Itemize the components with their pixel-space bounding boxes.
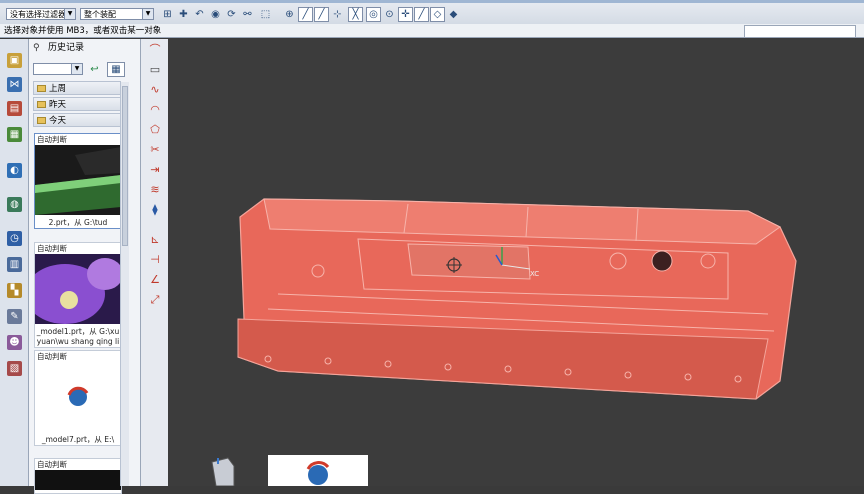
constraint-icon[interactable]: ⊾ (147, 233, 163, 247)
folder-icon (37, 85, 46, 92)
rectangle-icon[interactable]: ▭ (147, 63, 163, 77)
existing-point-icon[interactable]: ✛ (398, 7, 413, 22)
card-caption: 自动判断 (37, 244, 67, 253)
graphics-window[interactable]: XC (168, 39, 864, 486)
trim-icon[interactable]: ✂ (147, 143, 163, 157)
hd3d-tools-icon[interactable]: ◐ (7, 163, 22, 178)
quadrant-icon[interactable]: ⊙ (382, 7, 397, 22)
folder-icon (37, 117, 46, 124)
palette-icon[interactable]: ▚ (7, 283, 22, 298)
ribbon-top-strip (0, 0, 864, 3)
back-arrow-icon[interactable]: ↩ (87, 62, 102, 77)
snap-point-icon[interactable]: ⊕ (282, 7, 297, 22)
history-title: 历史记录 (48, 43, 85, 53)
card-caption: 自动判断 (37, 352, 67, 361)
system-scenes-icon[interactable]: ▧ (7, 361, 22, 376)
thumbnail-image (35, 470, 121, 490)
dimension-icon[interactable]: ⊣ (147, 253, 163, 267)
cue-line-text: 选择对象并使用 MB3，或者双击某一对象 (4, 26, 162, 36)
studio-spline-icon[interactable]: ∿ (147, 83, 163, 97)
main-toolbar: 没有选择过滤器 ▼ 整个装配 ▼ ⊞ ✚ ↶ ◉ ⟳ ⚯ ⬚ ⊕ ╱ ╱ ⊹ ╳… (0, 0, 864, 25)
view-icon[interactable]: ◉ (208, 7, 223, 22)
endpoint-icon[interactable]: ╱ (298, 7, 313, 22)
card-filename: _model1.prt，从 G:\xu (36, 327, 120, 336)
card-caption: 自动判断 (37, 460, 67, 469)
rectangle-select-icon[interactable]: ⬚ (258, 7, 273, 22)
resource-bar: ▣ ⋈ ▤ ▦ ◐ ◍ ◷ ▥ ▚ ✎ ☻ ▧ (0, 39, 29, 486)
arc-center-icon[interactable]: ◎ (366, 7, 381, 22)
auto-constrain-icon[interactable]: ⤢ (147, 293, 163, 307)
group-today[interactable]: 今天 (33, 113, 121, 127)
midpoint-icon[interactable]: ╱ (314, 7, 329, 22)
selection-filter-value: 没有选择过滤器 (10, 10, 66, 19)
part-navigator-icon[interactable]: ▤ (7, 101, 22, 116)
chamfer-icon[interactable]: ⬠ (147, 123, 163, 137)
part-model[interactable]: XC (168, 39, 864, 486)
pin-icon[interactable]: ⚲ (33, 39, 40, 57)
axis-label-xc: XC (530, 270, 539, 278)
scrollbar-thumb[interactable] (122, 86, 128, 246)
card-filename: 2.prt，从 G:\tud (48, 218, 108, 227)
group-label: 上周 (49, 84, 67, 94)
reuse-library-icon[interactable]: ▦ (7, 127, 22, 142)
history-card[interactable]: 自动判断 _model7.prt，从 E:\ (34, 350, 122, 446)
history-filter-combo[interactable]: ▼ (33, 63, 83, 75)
history-scrollbar[interactable] (120, 82, 129, 486)
undo-icon[interactable]: ↶ (192, 7, 207, 22)
panel-splitter[interactable] (129, 39, 140, 486)
link-icon[interactable]: ⚯ (240, 7, 255, 22)
offset-curve-icon[interactable]: ≋ (147, 183, 163, 197)
system-materials-icon[interactable]: ✎ (7, 309, 22, 324)
profile-icon[interactable]: ⌒ (147, 43, 163, 57)
history-icon[interactable]: ◷ (7, 231, 22, 246)
history-header: ⚲ 历史记录 (29, 39, 129, 57)
extend-icon[interactable]: ⇥ (147, 163, 163, 177)
nx-logo-icon (306, 461, 330, 485)
chevron-down-icon[interactable]: ▼ (71, 64, 82, 74)
point-on-curve-icon[interactable]: ╱ (414, 7, 429, 22)
card-filename: _model7.prt，从 E:\ (41, 435, 115, 444)
thumbnail-image (25, 254, 123, 324)
rotate-icon[interactable]: ⟳ (224, 7, 239, 22)
point-on-face-icon[interactable]: ◇ (430, 7, 445, 22)
thumbnail-image (35, 362, 121, 432)
constraint-navigator-icon[interactable]: ⋈ (7, 77, 22, 92)
sketch-toolbar: ⌒ ▭ ∿ ◠ ⬠ ✂ ⇥ ≋ ⧫ ⊾ ⊣ ∠ ⤢ (140, 39, 170, 486)
group-label: 今天 (49, 116, 67, 126)
history-card[interactable]: 自动判断 2.prt，从 G:\tud (34, 133, 122, 229)
assembly-scope-combo[interactable]: 整个装配 ▼ (80, 8, 154, 20)
card-filename-line2: yuan\wu shang qing li (36, 337, 120, 346)
mirror-icon[interactable]: ⧫ (147, 203, 163, 217)
group-yesterday[interactable]: 昨天 (33, 97, 121, 111)
history-card[interactable]: 自动判断 (34, 458, 122, 494)
history-controls: ▼ ↩ ▦ (29, 59, 129, 77)
group-last-week[interactable]: 上周 (33, 81, 121, 95)
chevron-down-icon[interactable]: ▼ (142, 9, 153, 19)
add-icon[interactable]: ✚ (176, 7, 191, 22)
app-logo-badge (268, 455, 368, 486)
control-point-icon[interactable]: ⊹ (330, 7, 345, 22)
view-triad-icon (211, 457, 235, 486)
geometric-constraint-icon[interactable]: ∠ (147, 273, 163, 287)
chevron-down-icon[interactable]: ▼ (64, 9, 75, 19)
selection-filter-combo[interactable]: 没有选择过滤器 ▼ (6, 8, 76, 20)
view-mode-icon[interactable]: ▦ (107, 62, 125, 77)
folder-icon (37, 101, 46, 108)
history-card[interactable]: 自动判断 _model1.prt，从 G:\xu yuan\wu shang q… (25, 242, 123, 348)
card-caption: 自动判断 (37, 135, 67, 144)
process-studio-icon[interactable]: ▥ (7, 257, 22, 272)
fillet-icon[interactable]: ◠ (147, 103, 163, 117)
select-all-icon[interactable]: ⊞ (160, 7, 175, 22)
assembly-navigator-icon[interactable]: ▣ (7, 53, 22, 68)
group-label: 昨天 (49, 100, 67, 110)
intersection-icon[interactable]: ╳ (348, 7, 363, 22)
thumbnail-image (35, 145, 121, 215)
roles-icon[interactable]: ☻ (7, 335, 22, 350)
assembly-scope-value: 整个装配 (84, 10, 116, 19)
cube-icon[interactable]: ◆ (446, 7, 461, 22)
cue-line: 选择对象并使用 MB3，或者双击某一对象 (0, 24, 864, 38)
web-browser-icon[interactable]: ◍ (7, 197, 22, 212)
status-line-field (744, 25, 856, 38)
